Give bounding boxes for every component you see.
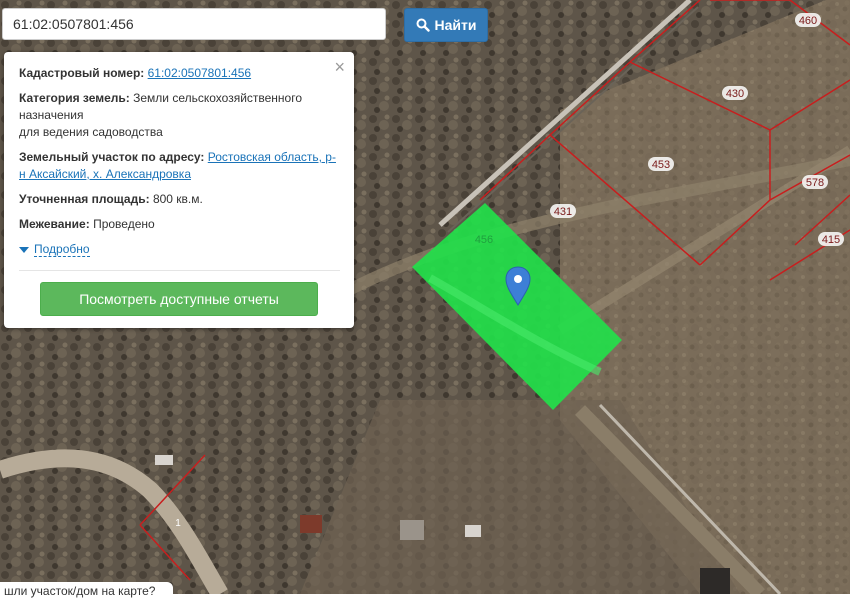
car (465, 525, 481, 537)
cadastral-number-row: Кадастровый номер: 61:02:0507801:456 (19, 65, 340, 82)
close-icon[interactable]: × (334, 57, 345, 77)
parcel-label-430: 430 (722, 86, 748, 100)
house-roof (300, 515, 322, 533)
house-roof (700, 568, 730, 594)
land-category-row: Категория земель: Земли сельскохозяйстве… (19, 90, 340, 141)
parcel-number: 431 (554, 206, 572, 218)
parcel-number: 578 (806, 177, 824, 189)
search-button-label: Найти (434, 17, 477, 33)
parcel-label-456: 456 (475, 234, 493, 246)
survey-label: Межевание: (19, 217, 90, 231)
land-use-value: для ведения садоводства (19, 125, 163, 139)
parcel-number: 460 (799, 15, 817, 27)
cadastral-number-link[interactable]: 61:02:0507801:456 (148, 66, 251, 80)
search-icon (416, 18, 430, 32)
survey-value: Проведено (93, 217, 155, 231)
cadastral-number-label: Кадастровый номер: (19, 66, 145, 80)
house-roof (400, 520, 424, 540)
survey-row: Межевание: Проведено (19, 216, 340, 233)
land-category-value: Земли сельскохозяйственного (133, 91, 303, 105)
area-row: Уточненная площадь: 800 кв.м. (19, 191, 340, 208)
search-input[interactable] (2, 8, 386, 40)
parcel-number: 456 (475, 234, 493, 246)
address-label: Земельный участок по адресу: (19, 150, 205, 164)
land-category-label: Категория земель: (19, 91, 130, 105)
details-toggle[interactable]: Подробно (19, 241, 340, 258)
view-reports-button[interactable]: Посмотреть доступные отчеты (40, 282, 318, 316)
area-value: 800 кв.м. (152, 192, 203, 206)
parcel-label-460: 460 (795, 13, 821, 27)
parcel-label-431: 431 (550, 204, 576, 218)
parcel-label-578: 578 (802, 175, 828, 189)
parcel-number: 1 (175, 518, 181, 529)
land-category-value-line2: назначения (19, 108, 84, 122)
bottom-tooltip[interactable]: шли участок/дом на карте? (0, 582, 173, 602)
details-link[interactable]: Подробно (34, 242, 90, 257)
triangle-down-icon (19, 246, 29, 253)
search-button[interactable]: Найти (404, 8, 488, 42)
structure (155, 455, 173, 465)
parcel-label-415: 415 (818, 232, 844, 246)
parcel-label-1: 1 (175, 518, 181, 529)
area-label: Уточненная площадь: (19, 192, 150, 206)
parcel-label-453: 453 (648, 157, 674, 171)
address-row: Земельный участок по адресу: Ростовская … (19, 149, 340, 183)
parcel-number: 453 (652, 159, 670, 171)
parcel-info-popup: × Кадастровый номер: 61:02:0507801:456 К… (4, 52, 354, 328)
divider (19, 270, 340, 271)
parcel-number: 415 (822, 234, 840, 246)
parcel-number: 430 (726, 88, 744, 100)
